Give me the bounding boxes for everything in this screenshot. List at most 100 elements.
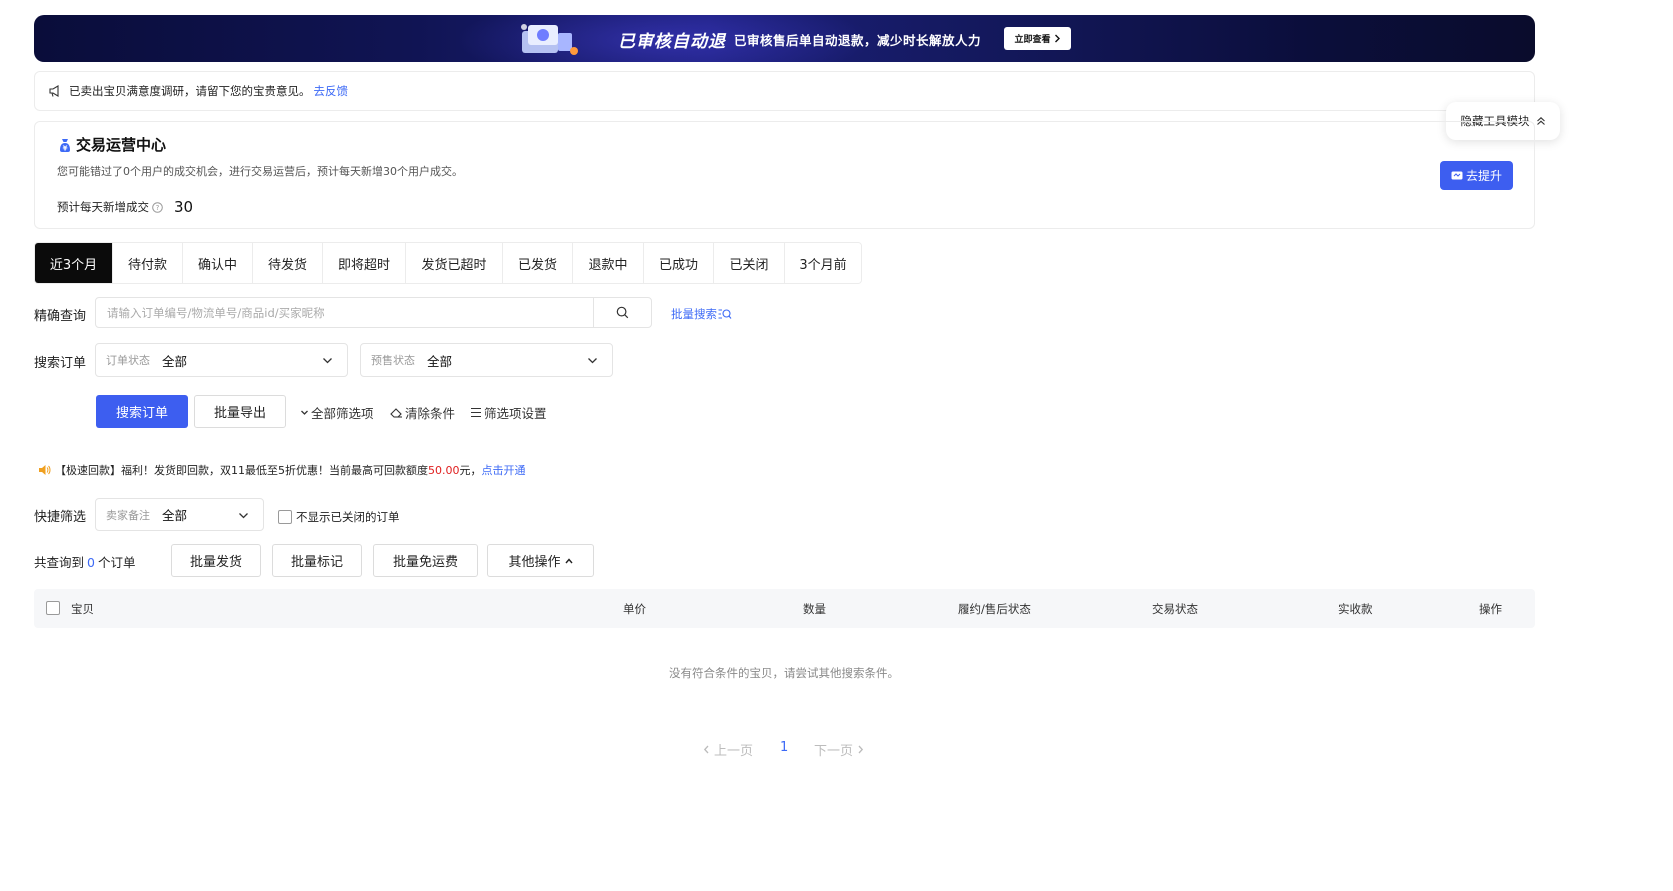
exact-search-box <box>95 297 652 328</box>
promo-activate-link[interactable]: 点击开通 <box>482 462 526 478</box>
quick-filter-label: 快捷筛选 <box>34 510 87 525</box>
chevron-down-icon <box>588 358 597 364</box>
banner-cta-label: 立即查看 <box>1014 35 1051 45</box>
search-icon <box>616 306 629 319</box>
eraser-icon <box>390 407 402 418</box>
result-count: 共查询到 0 个订单 <box>34 552 135 571</box>
promo-text-suffix: 元， <box>459 464 482 477</box>
order-search-input[interactable] <box>96 298 593 327</box>
caret-up-icon <box>564 557 573 563</box>
presale-status-value: 全部 <box>427 353 453 369</box>
banner-cta-button[interactable]: 立即查看 <box>1004 27 1071 50</box>
ops-description: 您可能错过了0个用户的成交机会，进行交易运营后，预计每天新增30个用户成交。 <box>57 165 463 178</box>
tab-about-to-timeout[interactable]: 即将超时 <box>323 243 406 283</box>
tab-shipment-overdue[interactable]: 发货已超时 <box>406 243 503 283</box>
page-number-current[interactable]: 1 <box>780 740 788 755</box>
result-count-number: 0 <box>87 555 95 570</box>
order-status-value: 全部 <box>162 353 188 369</box>
exact-search-label: 精确查询 <box>34 309 87 324</box>
tab-recent-3-months[interactable]: 近3个月 <box>35 243 113 283</box>
result-count-suffix: 个订单 <box>97 555 136 570</box>
all-filters-label: 全部筛选项 <box>311 406 374 421</box>
double-chevron-up-icon <box>1536 117 1545 125</box>
next-page-label: 下一页 <box>814 744 854 759</box>
metric-value: 30 <box>174 198 194 216</box>
next-page-button[interactable]: 下一页 <box>814 740 864 759</box>
prev-page-label: 上一页 <box>714 744 754 759</box>
column-trade-status: 交易状态 <box>1152 602 1198 616</box>
order-table-header: 宝贝 单价 数量 履约/售后状态 交易状态 实收款 操作 <box>34 589 1535 628</box>
seller-remark-value: 全部 <box>162 508 188 523</box>
prev-page-button[interactable]: 上一页 <box>703 740 753 759</box>
search-submit-button[interactable] <box>593 298 651 327</box>
column-fulfillment-status: 履约/售后状态 <box>958 602 1031 616</box>
search-orders-label: 搜索订单 <box>34 356 87 371</box>
other-operations-label: 其他操作 <box>508 555 561 570</box>
filter-settings-button[interactable]: 筛选项设置 <box>470 403 547 422</box>
seller-remark-prefix: 卖家备注 <box>106 508 150 522</box>
fast-payback-promo: 【极速回款】福利！发货即回款，双11最低至5折优惠！当前最高可回款额度 50.0… <box>38 462 526 478</box>
result-count-prefix: 共查询到 <box>34 555 85 570</box>
tab-refunding[interactable]: 退款中 <box>573 243 644 283</box>
column-item: 宝贝 <box>71 602 94 616</box>
bulk-search-link[interactable]: 批量搜索 <box>671 306 732 322</box>
seller-remark-select[interactable]: 卖家备注 全部 <box>95 498 264 531</box>
chevron-right-icon <box>1054 34 1060 43</box>
tab-older-than-3-months[interactable]: 3个月前 <box>785 243 861 283</box>
tab-closed[interactable]: 已关闭 <box>714 243 785 283</box>
bulk-ship-button[interactable]: 批量发货 <box>171 544 261 577</box>
trade-ops-center-card: ¥ 交易运营中心 您可能错过了0个用户的成交机会，进行交易运营后，预计每天新增3… <box>34 121 1535 229</box>
tab-pending-payment[interactable]: 待付款 <box>113 243 183 283</box>
clear-conditions-label: 清除条件 <box>405 406 456 421</box>
help-icon[interactable]: ? <box>152 201 163 213</box>
all-filters-toggle[interactable]: 全部筛选项 <box>300 403 374 422</box>
hide-closed-orders-option[interactable]: 不显示已关闭的订单 <box>278 509 400 525</box>
list-search-icon <box>718 309 732 319</box>
banner-title: 已审核自动退 <box>618 32 726 52</box>
chevron-down-icon <box>323 358 332 364</box>
promo-text: 【极速回款】福利！发货即回款，双11最低至5折优惠！当前最高可回款额度 <box>55 464 428 477</box>
promo-banner[interactable]: 已审核自动退 已审核售后单自动退款，减少时长解放人力 立即查看 <box>34 15 1535 62</box>
search-orders-button[interactable]: 搜索订单 <box>96 395 188 428</box>
banner-subtitle: 已审核售后单自动退款，减少时长解放人力 <box>734 33 982 48</box>
bulk-free-shipping-button[interactable]: 批量免运费 <box>373 544 478 577</box>
chat-icon <box>1451 171 1463 179</box>
ops-title-text: 交易运营中心 <box>76 136 167 154</box>
svg-text:¥: ¥ <box>63 144 68 152</box>
chevron-down-icon <box>301 410 308 415</box>
speaker-icon <box>39 465 51 475</box>
hide-closed-label: 不显示已关闭的订单 <box>296 510 400 524</box>
notice-text: 已卖出宝贝满意度调研，请留下您的宝贵意见。 <box>69 84 311 98</box>
hide-closed-checkbox[interactable] <box>278 510 292 524</box>
feedback-link[interactable]: 去反馈 <box>314 83 349 99</box>
column-quantity: 数量 <box>803 602 826 616</box>
metric-label: 预计每天新增成交 <box>57 200 149 214</box>
ops-metric: 预计每天新增成交 ? 30 <box>57 198 193 216</box>
select-all-checkbox[interactable] <box>46 601 60 615</box>
column-unit-price: 单价 <box>623 602 646 616</box>
svg-text:?: ? <box>156 204 160 212</box>
column-actions: 操作 <box>1479 602 1502 616</box>
order-status-select[interactable]: 订单状态 全部 <box>95 343 348 377</box>
bulk-search-label: 批量搜索 <box>671 307 717 321</box>
menu-lines-icon <box>471 407 481 418</box>
survey-notice: 已卖出宝贝满意度调研，请留下您的宝贵意见。 去反馈 <box>34 71 1535 111</box>
tab-pending-shipment[interactable]: 待发货 <box>253 243 323 283</box>
promo-amount: 50.00 <box>428 463 460 477</box>
column-amount-received: 实收款 <box>1338 602 1373 616</box>
order-status-prefix: 订单状态 <box>106 354 150 367</box>
money-bag-icon: ¥ <box>60 138 70 152</box>
bulk-export-button[interactable]: 批量导出 <box>194 395 286 428</box>
chevron-left-icon <box>703 745 709 754</box>
tab-shipped[interactable]: 已发货 <box>503 243 573 283</box>
clear-conditions-button[interactable]: 清除条件 <box>390 403 455 422</box>
chevron-right-icon <box>858 745 864 754</box>
upgrade-button[interactable]: 去提升 <box>1440 161 1513 190</box>
tab-succeeded[interactable]: 已成功 <box>644 243 714 283</box>
upgrade-label: 去提升 <box>1465 169 1502 183</box>
empty-state-message: 没有符合条件的宝贝，请尝试其他搜索条件。 <box>669 666 899 680</box>
tab-confirming[interactable]: 确认中 <box>183 243 253 283</box>
other-operations-dropdown[interactable]: 其他操作 <box>487 544 594 577</box>
presale-status-select[interactable]: 预售状态 全部 <box>360 343 613 377</box>
bulk-mark-button[interactable]: 批量标记 <box>272 544 362 577</box>
